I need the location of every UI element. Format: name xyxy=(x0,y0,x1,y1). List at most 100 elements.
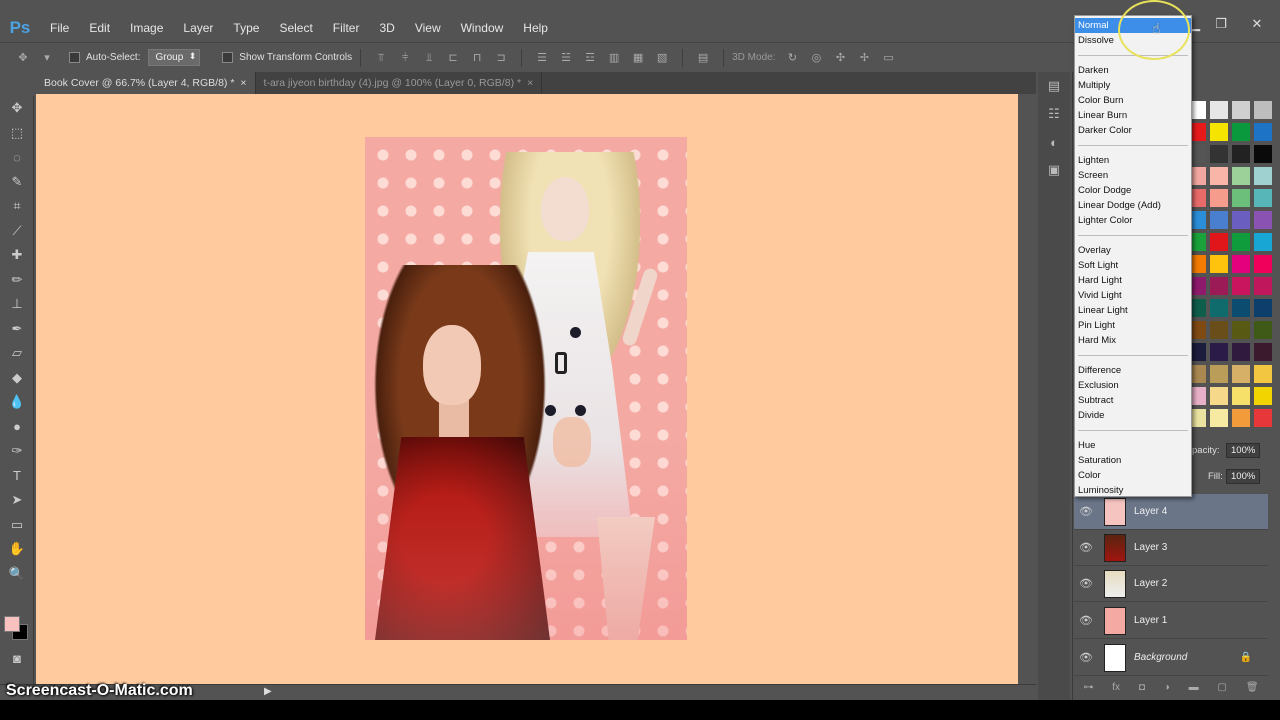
menu-type[interactable]: Type xyxy=(223,14,269,42)
tab-close-icon[interactable]: × xyxy=(240,77,246,89)
close-icon[interactable]: ✕ xyxy=(1240,14,1274,34)
align-bottom-icon[interactable]: ⫫ xyxy=(420,50,438,66)
color-swatch[interactable] xyxy=(1210,189,1228,207)
eraser-tool-icon[interactable]: ▱ xyxy=(0,341,34,366)
blend-mode-option[interactable]: Lighter Color xyxy=(1075,213,1191,228)
blend-mode-option[interactable]: Pin Light xyxy=(1075,318,1191,333)
color-swatch[interactable] xyxy=(1232,211,1250,229)
visibility-eye-icon[interactable]: 👁 xyxy=(1074,541,1098,554)
color-swatch[interactable] xyxy=(1232,255,1250,273)
history-panel-icon[interactable]: ▤ xyxy=(1038,72,1070,100)
canvas-area[interactable] xyxy=(36,94,1018,684)
dodge-tool-icon[interactable]: ● xyxy=(0,415,34,440)
color-swatch[interactable] xyxy=(1254,145,1272,163)
distribute-right-icon[interactable]: ▧ xyxy=(653,50,671,66)
fill-input[interactable]: 100% xyxy=(1226,469,1260,484)
align-right-icon[interactable]: ⊐ xyxy=(492,50,510,66)
distribute-vcenter-icon[interactable]: ☱ xyxy=(557,50,575,66)
new-layer-icon[interactable]: ▢ xyxy=(1218,682,1227,698)
color-swatch[interactable] xyxy=(1232,409,1250,427)
link-layers-icon[interactable]: ⊶ xyxy=(1083,682,1093,698)
blend-mode-option[interactable]: Lighten xyxy=(1075,153,1191,168)
quick-select-tool-icon[interactable]: ✎ xyxy=(0,170,34,195)
history-brush-tool-icon[interactable]: ✒ xyxy=(0,317,34,342)
blend-mode-option[interactable]: Linear Burn xyxy=(1075,108,1191,123)
color-swatch[interactable] xyxy=(1210,409,1228,427)
blend-mode-option[interactable]: Exclusion xyxy=(1075,378,1191,393)
move-tool-icon[interactable]: ✥ xyxy=(0,96,34,121)
properties-panel-icon[interactable]: ☷ xyxy=(1038,100,1070,128)
color-swatch[interactable] xyxy=(1254,321,1272,339)
color-swatch[interactable] xyxy=(1232,233,1250,251)
blend-mode-option[interactable]: Overlay xyxy=(1075,243,1191,258)
color-swatch[interactable] xyxy=(1232,189,1250,207)
healing-brush-tool-icon[interactable]: ✚ xyxy=(0,243,34,268)
color-swatch[interactable] xyxy=(1254,277,1272,295)
menu-image[interactable]: Image xyxy=(120,14,173,42)
distribute-hcenter-icon[interactable]: ▦ xyxy=(629,50,647,66)
blend-mode-option[interactable]: Difference xyxy=(1075,363,1191,378)
tool-preset-dropdown-icon[interactable]: ▾ xyxy=(38,50,56,66)
color-swatch[interactable] xyxy=(1210,321,1228,339)
layer-row-layer-4[interactable]: 👁 Layer 4 xyxy=(1074,494,1268,530)
blend-mode-option[interactable]: Saturation xyxy=(1075,453,1191,468)
quick-mask-icon[interactable]: ◙ xyxy=(0,646,34,671)
menu-help[interactable]: Help xyxy=(513,14,558,42)
visibility-eye-icon[interactable]: 👁 xyxy=(1074,651,1098,664)
path-selection-tool-icon[interactable]: ➤ xyxy=(0,488,34,513)
lasso-tool-icon[interactable]: ◌ xyxy=(0,145,34,170)
color-swatch[interactable] xyxy=(1254,101,1272,119)
blend-mode-option[interactable]: Color Burn xyxy=(1075,93,1191,108)
add-mask-icon[interactable]: ◘ xyxy=(1139,682,1145,698)
3d-scale-icon[interactable]: ▭ xyxy=(879,50,897,66)
auto-align-icon[interactable]: ▤ xyxy=(694,50,712,66)
blend-mode-option[interactable]: Soft Light xyxy=(1075,258,1191,273)
auto-select-target-dropdown[interactable]: Group xyxy=(148,49,201,66)
color-swatch[interactable] xyxy=(1232,343,1250,361)
3d-rotate-icon[interactable]: ↻ xyxy=(783,50,801,66)
color-swatch[interactable] xyxy=(1232,387,1250,405)
tab-tara-jiyeon[interactable]: t-ara jiyeon birthday (4).jpg @ 100% (La… xyxy=(256,72,543,94)
align-vcenter-icon[interactable]: ⫩ xyxy=(396,50,414,66)
blur-tool-icon[interactable]: 💧 xyxy=(0,390,34,415)
distribute-left-icon[interactable]: ▥ xyxy=(605,50,623,66)
blend-mode-option[interactable]: Luminosity xyxy=(1075,483,1191,498)
menu-3d[interactable]: 3D xyxy=(369,14,404,42)
color-swatch[interactable] xyxy=(1254,233,1272,251)
tab-close-icon[interactable]: × xyxy=(527,77,533,89)
color-swatch[interactable] xyxy=(1210,101,1228,119)
pen-tool-icon[interactable]: ✑ xyxy=(0,439,34,464)
color-swatch[interactable] xyxy=(1210,365,1228,383)
color-swatch[interactable] xyxy=(1254,255,1272,273)
color-swatch[interactable] xyxy=(1210,387,1228,405)
blend-mode-option[interactable]: Linear Light xyxy=(1075,303,1191,318)
menu-file[interactable]: File xyxy=(40,14,79,42)
color-swatch[interactable] xyxy=(1232,101,1250,119)
brush-tool-icon[interactable]: ✏ xyxy=(0,268,34,293)
visibility-eye-icon[interactable]: 👁 xyxy=(1074,505,1098,518)
color-swatch[interactable] xyxy=(1254,211,1272,229)
color-swatch[interactable] xyxy=(1232,277,1250,295)
eyedropper-tool-icon[interactable]: ⟋ xyxy=(0,219,34,244)
color-swatch[interactable] xyxy=(1210,123,1228,141)
visibility-eye-icon[interactable]: 👁 xyxy=(1074,614,1098,627)
color-swatch[interactable] xyxy=(1210,299,1228,317)
color-swatch[interactable] xyxy=(1210,277,1228,295)
align-left-icon[interactable]: ⊏ xyxy=(444,50,462,66)
blend-mode-option[interactable]: Divide xyxy=(1075,408,1191,423)
layer-style-icon[interactable]: fx xyxy=(1112,682,1120,698)
status-arrow-icon[interactable]: ▶ xyxy=(264,686,272,697)
color-swatch[interactable] xyxy=(1232,321,1250,339)
align-hcenter-icon[interactable]: ⊓ xyxy=(468,50,486,66)
color-swatch[interactable] xyxy=(1232,299,1250,317)
restore-icon[interactable]: ❐ xyxy=(1204,14,1238,34)
rectangle-tool-icon[interactable]: ▭ xyxy=(0,513,34,538)
menu-view[interactable]: View xyxy=(405,14,451,42)
layer-row-layer-3[interactable]: 👁 Layer 3 xyxy=(1074,530,1268,566)
blend-mode-option[interactable]: Darker Color xyxy=(1075,123,1191,138)
layer-row-layer-2[interactable]: 👁 Layer 2 xyxy=(1074,566,1268,602)
visibility-eye-icon[interactable]: 👁 xyxy=(1074,577,1098,590)
color-swatch[interactable] xyxy=(1232,123,1250,141)
color-swatch[interactable] xyxy=(1210,211,1228,229)
paint-bucket-tool-icon[interactable]: ◆ xyxy=(0,366,34,391)
